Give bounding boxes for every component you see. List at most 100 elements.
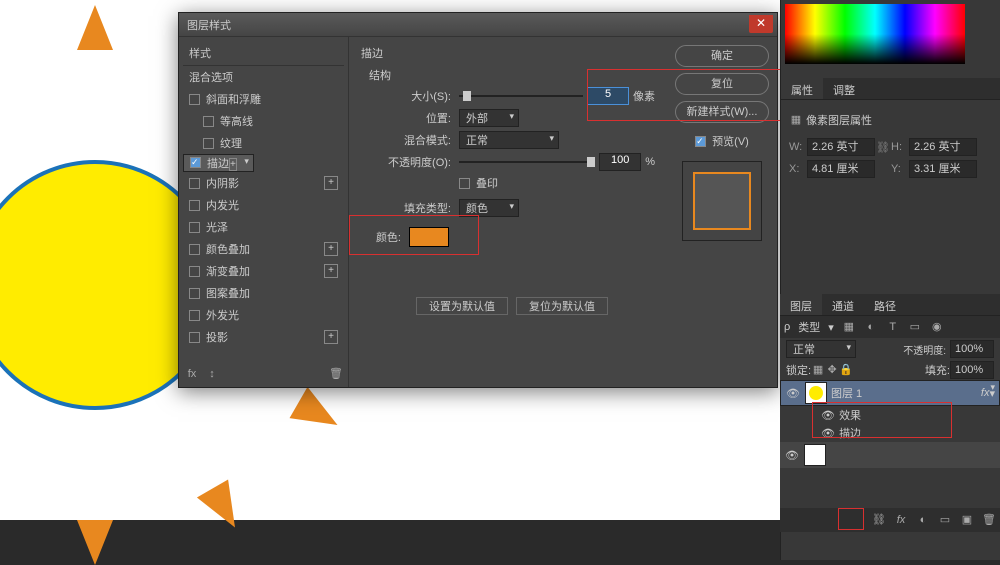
- y-input[interactable]: 3.31 厘米: [909, 160, 977, 178]
- lock-pixels-icon[interactable]: ▦: [811, 363, 825, 377]
- add-effect-icon[interactable]: +: [324, 176, 338, 190]
- layers-footer: ⛓ fx ◐ ▭ ▣ 🗑: [780, 508, 1000, 532]
- filter-smart-icon[interactable]: ◉: [930, 320, 944, 334]
- layer-row-bg[interactable]: 👁: [780, 442, 1000, 468]
- style-item[interactable]: 外发光: [183, 304, 344, 326]
- y-label: Y:: [891, 163, 909, 175]
- dialog-titlebar[interactable]: 图层样式 ✕: [179, 13, 777, 37]
- add-effect-icon[interactable]: +: [229, 158, 237, 171]
- close-icon[interactable]: ✕: [749, 15, 773, 33]
- delete-layer-icon[interactable]: 🗑: [982, 513, 996, 527]
- prop-type-label: 像素图层属性: [806, 112, 872, 128]
- overprint-label: 叠印: [476, 175, 498, 191]
- style-item[interactable]: 纹理: [183, 132, 344, 154]
- layer-thumbnail[interactable]: [804, 444, 826, 466]
- properties-tabs: 属性 调整: [781, 78, 1000, 100]
- tab-layers[interactable]: 图层: [780, 294, 822, 315]
- add-effect-icon[interactable]: +: [324, 264, 338, 278]
- filter-text-icon[interactable]: T: [886, 320, 900, 334]
- preview-checkbox[interactable]: [695, 136, 706, 147]
- filter-image-icon[interactable]: ▦: [842, 320, 856, 334]
- layer-blendmode[interactable]: 正常: [786, 340, 856, 358]
- new-group-icon[interactable]: ▭: [938, 513, 952, 527]
- width-input[interactable]: 2.26 英寸: [807, 138, 875, 156]
- layer-fill-input[interactable]: 100%: [950, 361, 994, 379]
- style-label: 渐变叠加: [206, 263, 250, 279]
- lock-position-icon[interactable]: ✥: [825, 363, 839, 377]
- style-item[interactable]: 内发光: [183, 194, 344, 216]
- opacity-label: 不透明度(O):: [369, 154, 459, 170]
- blendmode-select[interactable]: 正常: [459, 131, 559, 149]
- opacity-slider[interactable]: [459, 155, 595, 169]
- visibility-icon[interactable]: 👁: [785, 387, 801, 400]
- trash-icon[interactable]: 🗑: [329, 367, 343, 381]
- layer-thumbnail[interactable]: [805, 382, 827, 404]
- style-item[interactable]: 颜色叠加 +: [183, 238, 344, 260]
- style-checkbox[interactable]: [189, 222, 200, 233]
- tab-paths[interactable]: 路径: [864, 294, 906, 315]
- color-spectrum[interactable]: [785, 4, 965, 64]
- style-checkbox[interactable]: [190, 157, 201, 168]
- right-panel-dock: 属性 调整 ▦ 像素图层属性 W: 2.26 英寸 ⛓ H: 2.26 英寸 X…: [780, 0, 1000, 560]
- height-input[interactable]: 2.26 英寸: [909, 138, 977, 156]
- style-item[interactable]: 光泽: [183, 216, 344, 238]
- style-checkbox[interactable]: [189, 332, 200, 343]
- layer-opacity-input[interactable]: 100%: [950, 340, 994, 358]
- pixel-layer-icon: ▦: [789, 113, 803, 127]
- blending-options-row[interactable]: 混合选项: [183, 66, 344, 88]
- add-effect-icon[interactable]: +: [324, 330, 338, 344]
- lock-all-icon[interactable]: 🔒: [839, 363, 853, 377]
- tab-properties[interactable]: 属性: [781, 78, 823, 99]
- style-item[interactable]: 斜面和浮雕: [183, 88, 344, 110]
- filter-shape-icon[interactable]: ▭: [908, 320, 922, 334]
- style-item[interactable]: 内阴影+: [183, 172, 344, 194]
- style-checkbox[interactable]: [189, 200, 200, 211]
- style-checkbox[interactable]: [189, 288, 200, 299]
- section-title: 描边: [361, 45, 655, 61]
- ok-button[interactable]: 确定: [675, 45, 769, 67]
- opacity-input[interactable]: 100: [599, 153, 641, 171]
- set-default-button[interactable]: 设置为默认值: [416, 297, 508, 315]
- style-checkbox[interactable]: [189, 94, 200, 105]
- style-checkbox[interactable]: [189, 178, 200, 189]
- style-item[interactable]: 描边+: [183, 154, 254, 172]
- tab-channels[interactable]: 通道: [822, 294, 864, 315]
- annotation-box: [812, 402, 952, 438]
- style-item[interactable]: 图案叠加: [183, 282, 344, 304]
- reset-default-button[interactable]: 复位为默认值: [516, 297, 608, 315]
- mask-icon[interactable]: ◐: [916, 513, 930, 527]
- size-label: 大小(S):: [369, 88, 459, 104]
- blendmode-label: 混合模式:: [369, 132, 459, 148]
- color-panel: [781, 0, 1000, 78]
- style-label: 描边: [207, 158, 229, 170]
- link-layers-icon[interactable]: ⛓: [872, 513, 886, 527]
- size-slider[interactable]: [459, 89, 583, 103]
- style-checkbox[interactable]: [189, 244, 200, 255]
- add-effect-icon[interactable]: +: [324, 242, 338, 256]
- filter-adjust-icon[interactable]: ◐: [864, 320, 878, 334]
- style-item[interactable]: 投影+: [183, 326, 344, 348]
- fx-menu-icon[interactable]: fx: [894, 513, 908, 527]
- style-checkbox[interactable]: [189, 310, 200, 321]
- link-icon[interactable]: ⛓: [875, 141, 891, 154]
- style-label: 颜色叠加: [206, 241, 250, 257]
- chevron-down-icon[interactable]: ▾: [989, 387, 995, 400]
- x-input[interactable]: 4.81 厘米: [807, 160, 875, 178]
- style-checkbox[interactable]: [189, 266, 200, 277]
- layer-name[interactable]: 图层 1: [831, 385, 862, 401]
- position-label: 位置:: [369, 110, 459, 126]
- fx-badge[interactable]: fx: [981, 387, 990, 399]
- fx-icon[interactable]: fx: [185, 367, 199, 381]
- style-item[interactable]: 渐变叠加 +: [183, 260, 344, 282]
- style-item[interactable]: 等高线: [183, 110, 344, 132]
- arrow-icon[interactable]: ↕: [205, 367, 219, 381]
- style-checkbox[interactable]: [203, 138, 214, 149]
- layer-style-dialog: 图层样式 ✕ 样式 混合选项 斜面和浮雕等高线纹理描边+内阴影+内发光光泽颜色叠…: [178, 12, 778, 388]
- visibility-icon[interactable]: 👁: [784, 449, 800, 462]
- style-checkbox[interactable]: [203, 116, 214, 127]
- position-select[interactable]: 外部: [459, 109, 519, 127]
- new-layer-icon[interactable]: ▣: [960, 513, 974, 527]
- overprint-checkbox[interactable]: [459, 178, 470, 189]
- styles-header: 样式: [183, 41, 344, 66]
- tab-adjustments[interactable]: 调整: [823, 78, 865, 99]
